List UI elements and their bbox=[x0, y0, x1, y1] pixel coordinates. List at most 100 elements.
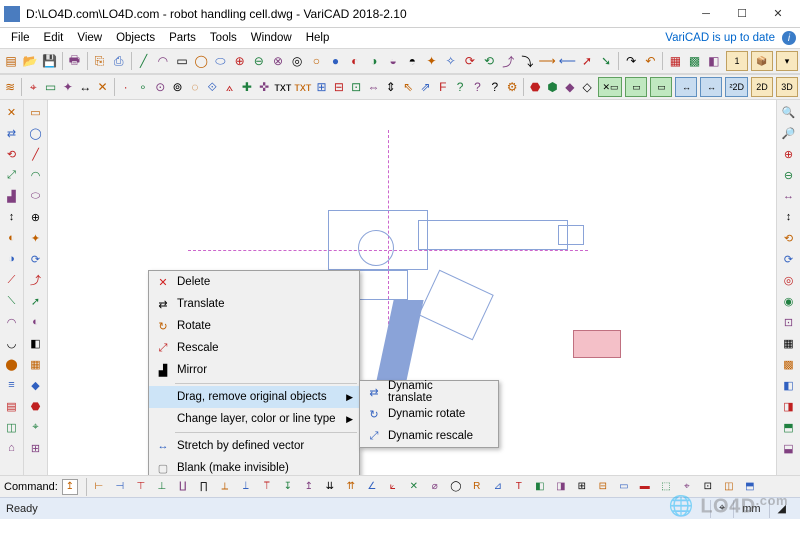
toolbar-button[interactable]: ⟐ bbox=[204, 76, 220, 98]
toolbar-chip[interactable]: ↔ bbox=[700, 77, 722, 97]
toolbar-button[interactable]: ◐ bbox=[2, 228, 22, 248]
toolbar-button[interactable]: ⇄ bbox=[2, 123, 22, 143]
toolbar-button[interactable]: ▭ bbox=[614, 477, 634, 497]
context-menu-item[interactable]: ▟Mirror bbox=[149, 359, 359, 381]
toolbar-button[interactable]: ↔ bbox=[779, 186, 799, 206]
view-tab[interactable]: 2D bbox=[751, 77, 773, 97]
toolbar-button[interactable]: ⟍ bbox=[2, 291, 22, 311]
toolbar-chip[interactable]: ▭ bbox=[650, 77, 672, 97]
toolbar-button[interactable]: ◑ bbox=[365, 50, 383, 72]
toolbar-button[interactable]: ◠ bbox=[26, 165, 46, 185]
toolbar-chip[interactable]: 📦 bbox=[751, 51, 773, 71]
toolbar-button[interactable]: ⟳ bbox=[779, 249, 799, 269]
toolbar-button[interactable]: ⊕ bbox=[231, 50, 249, 72]
toolbar-chip[interactable]: ▭ bbox=[625, 77, 647, 97]
toolbar-button[interactable]: ⟳ bbox=[461, 50, 479, 72]
toolbar-button[interactable]: ◧ bbox=[26, 333, 46, 353]
toolbar-button[interactable]: ⟙ bbox=[257, 477, 277, 497]
toolbar-button[interactable]: ⊢ bbox=[89, 477, 109, 497]
toolbar-button[interactable]: ✜ bbox=[256, 76, 272, 98]
context-menu-item[interactable]: ▢Blank (make invisible) bbox=[149, 457, 359, 475]
toolbar-button[interactable]: ➚ bbox=[26, 291, 46, 311]
menu-tools[interactable]: Tools bbox=[203, 30, 244, 46]
menu-window[interactable]: Window bbox=[244, 30, 299, 46]
submenu-item[interactable]: ↻Dynamic rotate bbox=[360, 403, 498, 425]
toolbar-button[interactable]: ⟀ bbox=[383, 477, 403, 497]
toolbar-button[interactable]: ◒ bbox=[384, 50, 402, 72]
toolbar-button[interactable]: ✦ bbox=[422, 50, 440, 72]
toolbar-button[interactable]: ⟋ bbox=[2, 270, 22, 290]
toolbar-button[interactable]: ↷ bbox=[622, 50, 640, 72]
toolbar-button[interactable]: ⟲ bbox=[480, 50, 498, 72]
toolbar-button[interactable]: ⬒ bbox=[779, 417, 799, 437]
toolbar-button[interactable]: ◑ bbox=[2, 249, 22, 269]
toolbar-button[interactable]: ᴛxᴛ bbox=[293, 76, 312, 98]
info-icon[interactable]: i bbox=[782, 31, 796, 45]
toolbar-button[interactable]: ▬ bbox=[635, 477, 655, 497]
toolbar-button[interactable]: ? bbox=[452, 76, 468, 98]
toolbar-button[interactable]: ? bbox=[487, 76, 503, 98]
toolbar-button[interactable]: ∐ bbox=[173, 477, 193, 497]
minimize-button[interactable]: ─ bbox=[688, 2, 724, 26]
menu-objects[interactable]: Objects bbox=[109, 30, 162, 46]
toolbar-button[interactable]: ✕ bbox=[94, 76, 110, 98]
context-menu-item[interactable]: ↔Stretch by defined vector bbox=[149, 435, 359, 457]
toolbar-button[interactable]: ▭ bbox=[26, 102, 46, 122]
toolbar-button[interactable]: ◧ bbox=[530, 477, 550, 497]
toolbar-button[interactable]: ⤵ bbox=[518, 50, 536, 72]
submenu-item[interactable]: ⤢Dynamic rescale bbox=[360, 425, 498, 447]
toolbar-button[interactable]: ⊥ bbox=[152, 477, 172, 497]
toolbar-button[interactable]: ✦ bbox=[60, 76, 76, 98]
menu-view[interactable]: View bbox=[70, 30, 109, 46]
toolbar-button[interactable]: ◨ bbox=[551, 477, 571, 497]
toolbar-button[interactable]: ⬢ bbox=[544, 76, 560, 98]
toolbar-button[interactable]: ? bbox=[469, 76, 485, 98]
toolbar-button[interactable]: ↥ bbox=[299, 477, 319, 497]
toolbar-button[interactable]: ⊕ bbox=[26, 207, 46, 227]
toolbar-button[interactable]: ⟑ bbox=[221, 76, 237, 98]
toolbar-button[interactable]: ↕ bbox=[2, 207, 22, 227]
toolbar-button[interactable]: ∏ bbox=[194, 477, 214, 497]
toolbar-button[interactable]: ▦ bbox=[779, 333, 799, 353]
toolbar-button[interactable]: ⎘ bbox=[90, 50, 108, 72]
toolbar-button[interactable]: ⟳ bbox=[26, 249, 46, 269]
toolbar-button[interactable]: ◐ bbox=[346, 50, 364, 72]
toolbar-button[interactable]: ⊿ bbox=[488, 477, 508, 497]
toolbar-button[interactable]: ➘ bbox=[597, 50, 615, 72]
command-icon[interactable]: ↥ bbox=[62, 479, 78, 495]
toolbar-button[interactable]: ⤴ bbox=[26, 270, 46, 290]
toolbar-button[interactable]: ╱ bbox=[135, 50, 153, 72]
toolbar-button[interactable]: ◡ bbox=[2, 333, 22, 353]
toolbar-button[interactable]: ╱ bbox=[26, 144, 46, 164]
toolbar-button[interactable]: ▭ bbox=[173, 50, 191, 72]
toolbar-button[interactable]: ⊞ bbox=[26, 438, 46, 458]
toolbar-button[interactable]: ⇕ bbox=[383, 76, 399, 98]
toolbar-button[interactable]: ▦ bbox=[666, 50, 684, 72]
toolbar-button[interactable]: ✕ bbox=[404, 477, 424, 497]
toolbar-button[interactable]: ▟ bbox=[2, 186, 22, 206]
context-menu-item[interactable]: ⇄Translate bbox=[149, 293, 359, 315]
toolbar-button[interactable]: ⬓ bbox=[779, 438, 799, 458]
toolbar-button[interactable]: ⤢ bbox=[2, 165, 22, 185]
toolbar-button[interactable]: ◠ bbox=[2, 312, 22, 332]
toolbar-button[interactable]: ✚ bbox=[239, 76, 255, 98]
toolbar-button[interactable]: ◧ bbox=[705, 50, 723, 72]
toolbar-button[interactable]: ⊕ bbox=[779, 144, 799, 164]
toolbar-button[interactable]: ⊞ bbox=[313, 76, 329, 98]
toolbar-chip[interactable]: ↔ bbox=[675, 77, 697, 97]
toolbar-button[interactable]: T bbox=[509, 477, 529, 497]
toolbar-button[interactable]: ∠ bbox=[362, 477, 382, 497]
toolbar-button[interactable]: ◇ bbox=[579, 76, 595, 98]
toolbar-button[interactable]: ⌖ bbox=[26, 417, 46, 437]
toolbar-chip[interactable]: 1 bbox=[726, 51, 748, 71]
toolbar-button[interactable]: ⬤ bbox=[2, 354, 22, 374]
toolbar-button[interactable]: ◯ bbox=[192, 50, 210, 72]
toolbar-button[interactable]: ⬭ bbox=[26, 186, 46, 206]
toolbar-button[interactable]: ≋ bbox=[2, 76, 18, 98]
toolbar-button[interactable]: ⊤ bbox=[131, 477, 151, 497]
toolbar-button[interactable]: ⌖ bbox=[25, 76, 41, 98]
view-tab[interactable]: 3D bbox=[776, 77, 798, 97]
toolbar-button[interactable]: ◫ bbox=[2, 417, 22, 437]
toolbar-button[interactable]: ◆ bbox=[562, 76, 578, 98]
toolbar-button[interactable]: ∘ bbox=[135, 76, 151, 98]
